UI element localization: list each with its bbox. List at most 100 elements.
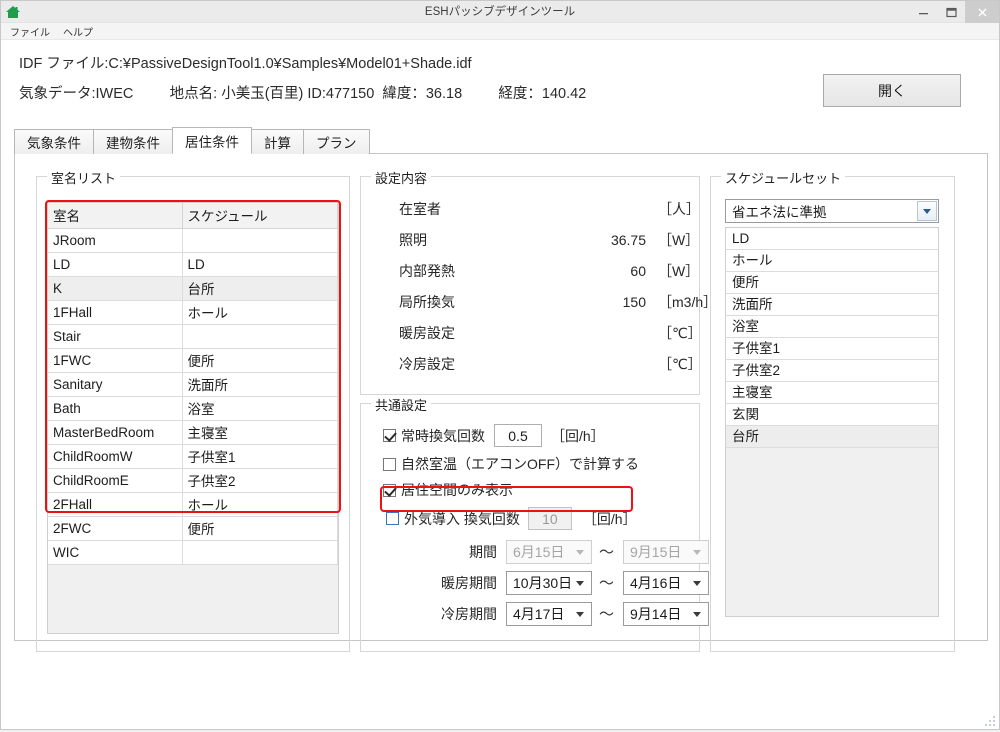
table-row[interactable]: K 台所 [48, 276, 338, 301]
table-row[interactable]: ChildRoomE 子供室2 [48, 468, 338, 493]
table-row[interactable]: MasterBedRoom 主寝室 [48, 420, 338, 445]
tab-plan[interactable]: プラン [303, 129, 370, 154]
settings-row: 照明 36.75 ［W］ [361, 224, 699, 255]
settings-row: 暖房設定 ［℃］ [361, 317, 702, 348]
table-row[interactable]: 2FHall ホール [48, 492, 338, 517]
window-controls [909, 1, 999, 23]
list-item[interactable]: 子供室2 [726, 360, 938, 382]
chevron-down-icon [693, 549, 701, 555]
chevron-down-icon[interactable] [917, 201, 937, 221]
living-space-only-checkbox[interactable] [383, 483, 396, 497]
list-item[interactable]: 玄関 [726, 404, 938, 426]
period-separator: 〜 [599, 606, 615, 623]
natural-temperature-checkbox[interactable] [383, 457, 396, 471]
maximize-button[interactable] [937, 1, 965, 23]
period-to-value: 4月16日 [630, 574, 682, 591]
cell-room-name: Sanitary [48, 372, 183, 397]
period-to-value: 9月15日 [630, 543, 682, 560]
cell-room-name: ChildRoomE [48, 468, 183, 493]
list-item[interactable]: 主寝室 [726, 382, 938, 404]
settings-content-group-title: 設定内容 [371, 168, 432, 187]
settings-row: 内部発熱 60 ［W］ [361, 255, 699, 286]
chevron-down-icon [576, 580, 584, 586]
tab-living-conditions[interactable]: 居住条件 [172, 127, 252, 154]
table-row[interactable]: 1FHall ホール [48, 300, 338, 325]
list-item[interactable]: 便所 [726, 272, 938, 294]
house-icon [4, 3, 22, 21]
cell-schedule: 主寝室 [182, 420, 338, 445]
table-row[interactable]: 1FWC 便所 [48, 348, 338, 373]
list-item[interactable]: 浴室 [726, 316, 938, 338]
living-space-only-row: 居住空間のみ表示 [383, 480, 513, 500]
schedule-set-dropdown[interactable]: 省エネ法に準拠 [725, 199, 939, 223]
cell-room-name: 2FWC [48, 516, 183, 541]
settings-row: 冷房設定 ［℃］ [361, 348, 702, 379]
open-button[interactable]: 開く [823, 74, 961, 107]
table-row[interactable]: Bath 浴室 [48, 396, 338, 421]
table-row[interactable]: JRoom [48, 228, 338, 253]
tab-building-conditions[interactable]: 建物条件 [93, 129, 173, 154]
close-button[interactable] [965, 1, 999, 23]
schedule-set-group: スケジュールセット 省エネ法に準拠 LD ホール 便所 洗面所 浴室 子供室1 子供室2 主寝… [710, 168, 955, 652]
settings-label: 照明 [399, 231, 427, 248]
list-item[interactable]: ホール [726, 250, 938, 272]
period-to-value: 9月14日 [630, 605, 682, 622]
list-item[interactable]: 子供室1 [726, 338, 938, 360]
settings-unit: ［W］ [658, 231, 700, 248]
always-ventilation-unit: ［回/h］ [551, 427, 605, 444]
period-row: 冷房期間 4月17日 〜 9月14日 [361, 598, 709, 629]
always-ventilation-label: 常時換気回数 [401, 427, 485, 444]
room-list-group-title: 室名リスト [47, 168, 121, 187]
list-item[interactable]: 台所 [726, 426, 938, 448]
tab-weather-conditions[interactable]: 気象条件 [14, 129, 94, 154]
resize-grip[interactable] [984, 714, 996, 726]
period-to-dropdown[interactable]: 9月15日 [623, 539, 709, 564]
minimize-button[interactable] [909, 1, 937, 23]
table-row[interactable]: WIC [48, 540, 338, 565]
list-item[interactable]: 洗面所 [726, 294, 938, 316]
menu-item-help[interactable]: ヘルプ [61, 24, 95, 39]
period-from-dropdown[interactable]: 4月17日 [506, 601, 592, 626]
schedule-item-list[interactable]: LD ホール 便所 洗面所 浴室 子供室1 子供室2 主寝室 玄関 台所 [725, 227, 939, 617]
table-row[interactable]: LD LD [48, 252, 338, 277]
settings-label: 局所換気 [399, 293, 455, 310]
outside-air-checkbox[interactable] [386, 512, 399, 525]
cell-schedule: 子供室1 [182, 444, 338, 469]
chevron-down-icon [576, 549, 584, 555]
always-ventilation-checkbox[interactable] [383, 429, 396, 442]
table-row[interactable]: Sanitary 洗面所 [48, 372, 338, 397]
chevron-down-icon [693, 580, 701, 586]
settings-label: 冷房設定 [399, 355, 455, 372]
column-header-schedule[interactable]: スケジュール [182, 203, 338, 229]
period-to-dropdown[interactable]: 9月14日 [623, 601, 709, 626]
menu-item-file[interactable]: ファイル [8, 24, 52, 39]
room-list-table-container[interactable]: 室名 スケジュール JRoom LD LD K 台所 1FHall ホール Stair 1FWC… [47, 202, 339, 634]
cell-room-name: ChildRoomW [48, 444, 183, 469]
list-item[interactable]: LD [726, 228, 938, 250]
always-ventilation-row: 常時換気回数 0.5 ［回/h］ [383, 424, 605, 447]
living-space-only-label: 居住空間のみ表示 [401, 482, 513, 498]
cell-schedule: 便所 [182, 348, 338, 373]
table-row[interactable]: 2FWC 便所 [48, 516, 338, 541]
cell-schedule: LD [182, 252, 338, 277]
cell-schedule: 浴室 [182, 396, 338, 421]
cell-schedule: ホール [182, 300, 338, 325]
outside-air-input[interactable]: 10 [527, 507, 572, 530]
settings-row: 在室者 ［人］ [361, 193, 700, 224]
tab-calculation[interactable]: 計算 [251, 129, 304, 154]
settings-label: 暖房設定 [399, 324, 455, 341]
period-row: 期間 6月15日 〜 9月15日 [361, 536, 709, 567]
period-from-dropdown[interactable]: 10月30日 [506, 570, 592, 595]
period-to-dropdown[interactable]: 4月16日 [623, 570, 709, 595]
settings-value: 150 [622, 293, 646, 310]
table-row[interactable]: ChildRoomW 子供室1 [48, 444, 338, 469]
period-label: 期間 [469, 543, 497, 560]
tab-strip: 気象条件 建物条件 居住条件 計算 プラン [14, 127, 370, 154]
table-row[interactable]: Stair [48, 324, 338, 349]
period-from-dropdown[interactable]: 6月15日 [506, 539, 592, 564]
cell-room-name: WIC [48, 540, 183, 565]
cell-room-name: Stair [48, 324, 183, 349]
common-settings-group: 共通設定 常時換気回数 0.5 ［回/h］ 自然室温（エアコンOFF）で計算する… [360, 395, 709, 652]
always-ventilation-input[interactable]: 0.5 [494, 424, 542, 447]
column-header-room-name[interactable]: 室名 [48, 203, 183, 229]
